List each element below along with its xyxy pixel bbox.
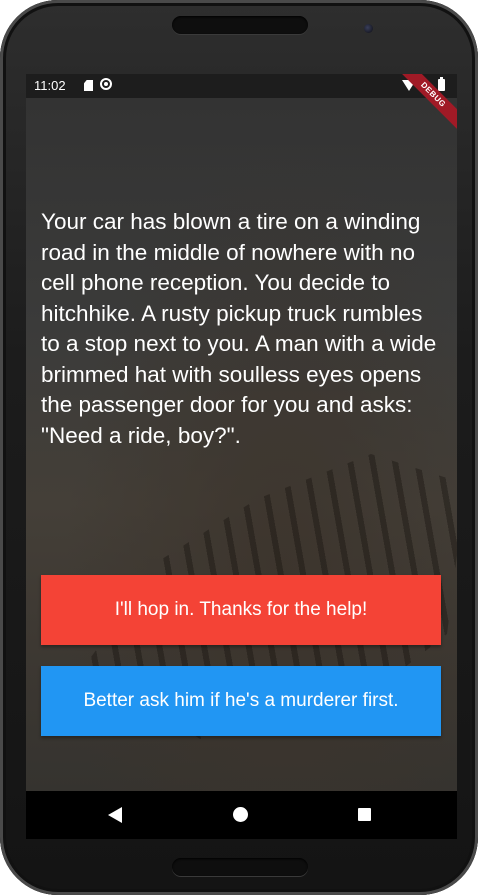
app-screen: 11:02 DEBUG Your car has blown a tire on… xyxy=(26,74,457,791)
recents-icon[interactable] xyxy=(358,808,371,821)
status-time: 11:02 xyxy=(34,78,66,93)
choice-1-button[interactable]: I'll hop in. Thanks for the help! xyxy=(41,575,441,645)
phone-frame: 11:02 DEBUG Your car has blown a tire on… xyxy=(0,0,478,895)
navigation-bar xyxy=(26,791,457,839)
home-icon[interactable] xyxy=(233,807,248,822)
back-icon[interactable] xyxy=(108,807,122,823)
story-text: Your car has blown a tire on a winding r… xyxy=(41,209,437,448)
sd-card-icon xyxy=(84,80,93,91)
top-speaker xyxy=(172,16,308,34)
choice-2-button[interactable]: Better ask him if he's a murderer first. xyxy=(41,666,441,736)
status-bar: 11:02 DEBUG xyxy=(26,74,457,133)
battery-icon xyxy=(438,77,445,91)
sync-icon xyxy=(100,78,112,90)
bottom-speaker xyxy=(172,858,308,876)
front-camera xyxy=(364,24,373,33)
